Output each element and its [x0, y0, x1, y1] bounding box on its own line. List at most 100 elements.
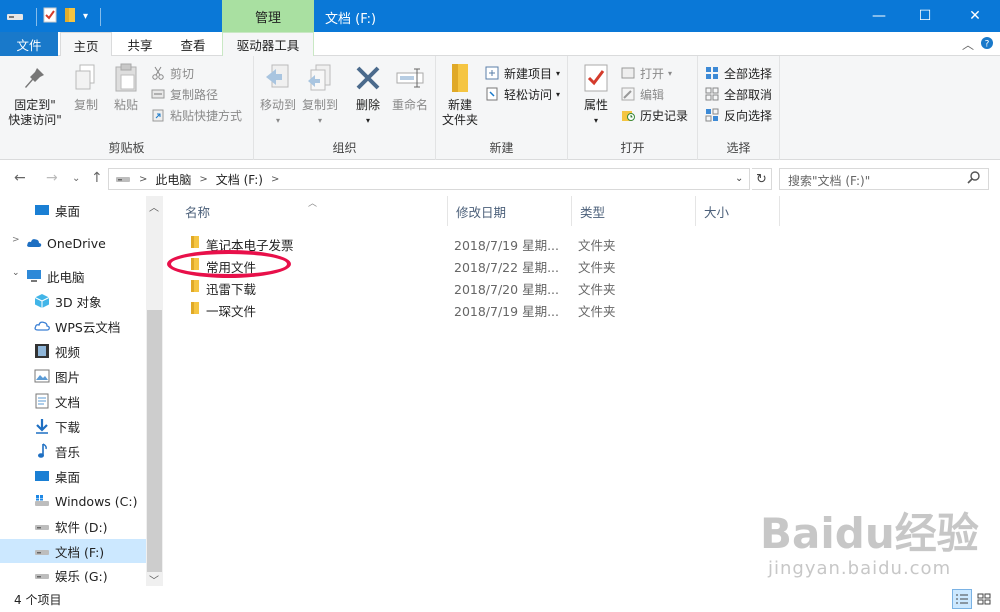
- tab-drive-tools[interactable]: 驱动器工具: [222, 32, 314, 56]
- tab-file[interactable]: 文件: [0, 32, 58, 56]
- paste-shortcut-icon: [150, 107, 166, 123]
- open-button[interactable]: 打开 ▾: [620, 64, 672, 82]
- maximize-button[interactable]: ☐: [902, 0, 948, 32]
- ribbon-tab-bar: 文件 主页 共享 查看 驱动器工具 ︿ ?: [0, 32, 1000, 57]
- rename-button[interactable]: 重命名: [388, 62, 432, 113]
- customize-dropdown-icon[interactable]: ▾: [83, 11, 88, 22]
- copy-path-button[interactable]: 复制路径: [150, 85, 218, 103]
- properties-icon[interactable]: [43, 7, 57, 26]
- new-folder-icon[interactable]: [63, 7, 77, 26]
- file-date: 2018/7/19 星期...: [454, 238, 559, 253]
- file-type: 文件夹: [578, 260, 616, 275]
- nav-label: Windows (C:): [55, 493, 138, 509]
- nav-scrollbar[interactable]: ︿ ﹀: [146, 196, 163, 586]
- nav-item-onedrive[interactable]: OneDrive: [0, 231, 146, 255]
- paste-shortcut-button[interactable]: 粘贴快捷方式: [150, 106, 242, 124]
- nav-item-drive-c[interactable]: Windows (C:): [0, 489, 146, 513]
- scrollbar-thumb[interactable]: [147, 310, 162, 572]
- nav-item-drive-f[interactable]: 文档 (F:): [0, 539, 146, 563]
- new-item-icon: [484, 65, 500, 81]
- breadcrumb-documents-f[interactable]: 文档 (F:): [216, 171, 263, 188]
- nav-item-drive-g[interactable]: 娱乐 (G:): [0, 563, 146, 586]
- tab-view[interactable]: 查看: [168, 32, 218, 56]
- select-all-button[interactable]: 全部选择: [704, 64, 772, 82]
- column-header-name[interactable]: 名称: [177, 196, 448, 226]
- history-button[interactable]: 历史记录: [620, 106, 688, 124]
- paste-button[interactable]: 粘贴: [106, 62, 146, 113]
- folder-icon: [188, 235, 202, 248]
- address-bar[interactable]: > 此电脑 > 文档 (F:) >: [108, 168, 750, 190]
- nav-item-music[interactable]: 音乐: [0, 439, 146, 463]
- forward-arrow-icon[interactable]: →: [46, 170, 58, 186]
- select-all-label: 全部选择: [724, 66, 773, 81]
- recent-locations-dropdown-icon[interactable]: ⌄: [72, 173, 80, 184]
- table-row[interactable]: 一琛文件 2018/7/19 星期... 文件夹: [178, 297, 778, 319]
- details-view-button[interactable]: [952, 589, 972, 609]
- breadcrumb-chevron-icon[interactable]: >: [271, 174, 279, 185]
- breadcrumb-chevron-icon[interactable]: >: [199, 174, 207, 185]
- nav-item-desktop[interactable]: 桌面: [0, 198, 146, 222]
- column-header-modified[interactable]: 修改日期: [448, 196, 572, 226]
- nav-item-desktop-pc[interactable]: 桌面: [0, 464, 146, 488]
- nav-item-pictures[interactable]: 图片: [0, 364, 146, 388]
- tab-home[interactable]: 主页: [60, 32, 112, 57]
- easy-access-button[interactable]: 轻松访问 ▾: [484, 85, 560, 103]
- column-header-type[interactable]: 类型: [572, 196, 696, 226]
- open-icon: [620, 65, 636, 81]
- nav-label: 娱乐 (G:): [55, 568, 108, 584]
- copy-button[interactable]: 复制: [66, 62, 106, 113]
- contextual-tab-manage[interactable]: 管理: [222, 0, 314, 32]
- cut-button[interactable]: 剪切: [150, 64, 194, 82]
- nav-label: 下载: [55, 419, 81, 435]
- invert-selection-button[interactable]: 反向选择: [704, 106, 772, 124]
- file-type: 文件夹: [578, 282, 616, 297]
- file-list: ︿ 名称 修改日期 类型 大小 笔记本电子发票 2018/7/19 星期... …: [163, 196, 1000, 586]
- close-button[interactable]: ✕: [952, 0, 998, 32]
- nav-item-3d-objects[interactable]: 3D 对象: [0, 289, 146, 313]
- nav-label: 音乐: [55, 444, 81, 460]
- collapse-chevron-icon[interactable]: ⌄: [12, 268, 20, 278]
- edit-button[interactable]: 编辑: [620, 85, 664, 103]
- table-row[interactable]: 常用文件 2018/7/22 星期... 文件夹: [178, 253, 778, 275]
- nav-item-this-pc[interactable]: 此电脑: [0, 264, 146, 288]
- scroll-down-icon[interactable]: ﹀: [149, 572, 159, 586]
- ribbon-collapse-icon[interactable]: ︿: [962, 36, 974, 53]
- table-row[interactable]: 迅雷下载 2018/7/20 星期... 文件夹: [178, 275, 778, 297]
- select-none-button[interactable]: 全部取消: [704, 85, 772, 103]
- back-arrow-icon[interactable]: ←: [14, 170, 26, 186]
- address-dropdown-icon[interactable]: ⌄: [735, 173, 743, 184]
- search-input[interactable]: 搜索"文档 (F:)": [779, 168, 989, 190]
- pin-quick-access-button[interactable]: 固定到" 快速访问": [6, 62, 64, 128]
- nav-label: 软件 (D:): [55, 519, 108, 535]
- delete-button[interactable]: 删除 ▾: [348, 62, 388, 128]
- nav-item-videos[interactable]: 视频: [0, 339, 146, 363]
- column-header-size[interactable]: 大小: [696, 196, 780, 226]
- copy-to-button[interactable]: 复制到 ▾: [300, 62, 340, 128]
- up-arrow-icon[interactable]: ↑: [91, 170, 103, 186]
- scroll-up-icon[interactable]: ︿: [149, 199, 159, 214]
- minimize-button[interactable]: —: [856, 0, 902, 32]
- nav-item-wps-cloud[interactable]: WPS云文档: [0, 314, 146, 338]
- new-folder-button[interactable]: 新建 文件夹: [440, 62, 480, 128]
- breadcrumb-chevron-icon[interactable]: >: [139, 174, 147, 185]
- table-row[interactable]: 笔记本电子发票 2018/7/19 星期... 文件夹: [178, 231, 778, 253]
- nav-item-drive-d[interactable]: 软件 (D:): [0, 514, 146, 538]
- tab-share[interactable]: 共享: [115, 32, 165, 56]
- new-item-button[interactable]: 新建项目 ▾: [484, 64, 560, 82]
- copy-path-label: 复制路径: [170, 87, 219, 102]
- properties-button[interactable]: 属性 ▾: [576, 62, 616, 128]
- nav-item-documents[interactable]: 文档: [0, 389, 146, 413]
- properties-label: 属性: [583, 98, 608, 112]
- refresh-button[interactable]: ↻: [752, 168, 772, 190]
- large-icons-view-button[interactable]: [974, 589, 994, 609]
- breadcrumb-this-pc[interactable]: 此电脑: [155, 171, 191, 188]
- expand-chevron-icon[interactable]: >: [12, 235, 20, 245]
- nav-label: 桌面: [55, 203, 81, 219]
- group-clipboard: 固定到" 快速访问" 复制 粘贴 剪切 复制路径 粘贴快捷方式 剪贴板: [0, 56, 254, 160]
- rename-label: 重命名: [391, 98, 428, 112]
- delete-dropdown-icon: ▾: [365, 116, 370, 125]
- move-to-button[interactable]: 移动到 ▾: [258, 62, 298, 128]
- music-note-icon: [34, 443, 50, 459]
- help-icon[interactable]: ?: [980, 36, 994, 53]
- nav-item-downloads[interactable]: 下载: [0, 414, 146, 438]
